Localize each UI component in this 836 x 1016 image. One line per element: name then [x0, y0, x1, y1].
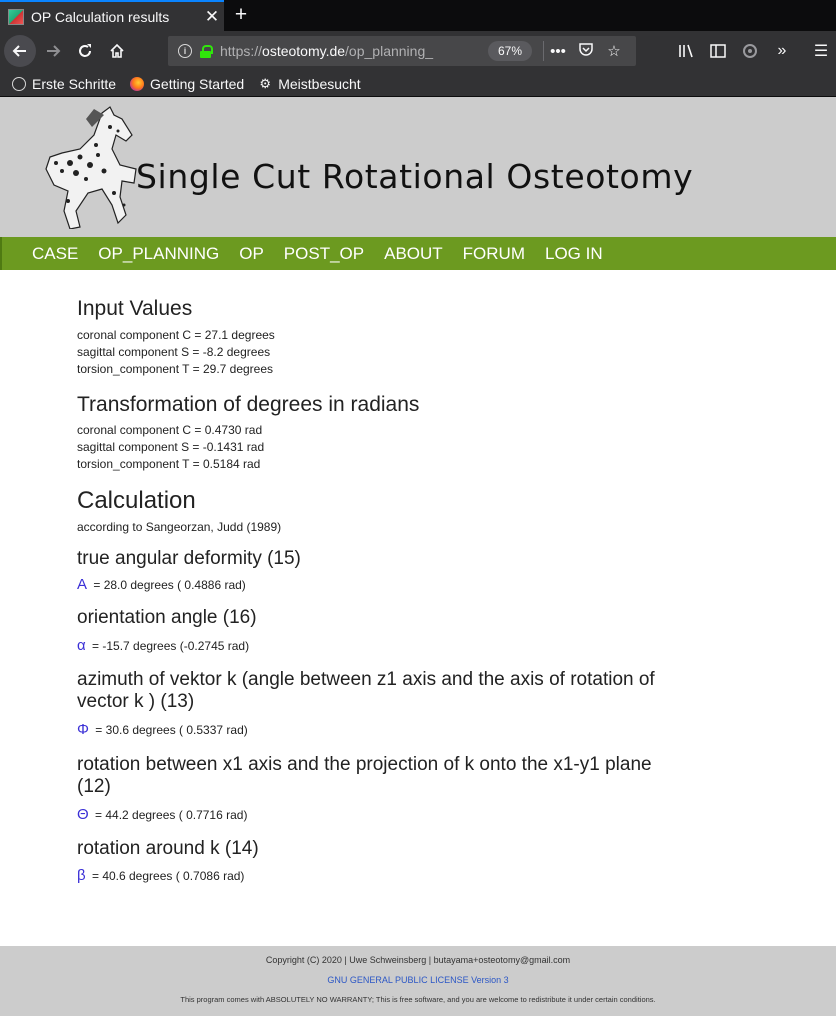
url-text[interactable]: https://osteotomy.de/op_planning_: [220, 43, 460, 59]
symbol-theta: Θ: [77, 806, 89, 823]
bookmark-erste-schritte[interactable]: Erste Schritte: [12, 76, 116, 92]
result-heading-rotation: rotation around k (14): [77, 838, 259, 859]
result-rotation: β = 40.6 degrees ( 0.7086 rad): [77, 867, 245, 884]
nav-item-about[interactable]: ABOUT: [384, 244, 443, 264]
extension-icon[interactable]: [735, 36, 765, 66]
bookmark-getting-started[interactable]: Getting Started: [130, 76, 244, 92]
firefox-icon: [130, 76, 145, 91]
nav-item-post-op[interactable]: POST_OP: [284, 244, 364, 264]
calculation-heading: Calculation: [77, 487, 196, 514]
result-heading-deformity: true angular deformity (15): [77, 548, 301, 569]
input-values-heading: Input Values: [77, 297, 193, 320]
symbol-beta: β: [77, 867, 86, 884]
zoom-level[interactable]: 67%: [488, 41, 532, 61]
bookmark-star-icon[interactable]: ☆: [600, 42, 628, 60]
rad-coronal: coronal component C = 0.4730 rad: [77, 423, 263, 437]
home-icon[interactable]: [101, 35, 133, 67]
result-heading-orientation: orientation angle (16): [77, 607, 257, 628]
result-azimuth: Φ = 30.6 degrees ( 0.5337 rad): [77, 721, 248, 738]
input-torsion: torsion_component T = 29.7 degrees: [77, 362, 274, 376]
lock-icon[interactable]: [200, 44, 213, 58]
bookmark-meistbesucht[interactable]: ⚙ Meistbesucht: [258, 76, 360, 92]
rad-torsion: torsion_component T = 0.5184 rad: [77, 457, 261, 471]
result-heading-azimuth: azimuth of vektor k (angle between z1 ax…: [77, 669, 655, 712]
result-heading-projection: rotation between x1 axis and the project…: [77, 754, 652, 797]
sidebar-icon[interactable]: [703, 36, 733, 66]
input-sagittal: sagittal component S = -8.2 degrees: [77, 345, 271, 359]
result-projection: Θ = 44.2 degrees ( 0.7716 rad): [77, 806, 248, 823]
symbol-alpha: α: [77, 637, 86, 654]
browser-tab[interactable]: OP Calculation results ✕: [0, 0, 224, 31]
nav-item-op-planning[interactable]: OP_PLANNING: [98, 244, 219, 264]
license-link[interactable]: GNU GENERAL PUBLIC LICENSE Version 3: [0, 975, 836, 985]
close-tab-icon[interactable]: ✕: [200, 7, 224, 27]
nav-item-forum[interactable]: FORUM: [463, 244, 525, 264]
gear-icon: ⚙: [259, 75, 272, 91]
hamburger-menu-icon[interactable]: ☰: [806, 36, 836, 66]
site-header: Single Cut Rotational Osteotomy: [0, 97, 836, 237]
tab-title: OP Calculation results: [31, 8, 170, 25]
footer-warranty: This program comes with ABSOLUTELY NO WA…: [180, 995, 656, 1004]
input-coronal: coronal component C = 27.1 degrees: [77, 328, 275, 342]
site-footer: Copyright (C) 2020 | Uwe Schweinsberg | …: [0, 946, 836, 1016]
nav-item-case[interactable]: CASE: [32, 244, 78, 264]
result-orientation: α = -15.7 degrees (-0.2745 rad): [77, 637, 250, 654]
results-content: Input Values coronal component C = 27.1 …: [77, 270, 657, 885]
address-bar[interactable]: i https://osteotomy.de/op_planning_ 67% …: [168, 36, 636, 66]
bookmarks-toolbar: Erste Schritte Getting Started ⚙ Meistbe…: [0, 71, 836, 97]
rad-sagittal: sagittal component S = -0.1431 rad: [77, 440, 265, 454]
forward-arrow-icon[interactable]: [37, 35, 69, 67]
pocket-icon[interactable]: [572, 42, 600, 60]
site-favicon-icon: [8, 8, 24, 25]
site-title: Single Cut Rotational Osteotomy: [136, 157, 694, 196]
footer-copyright: Copyright (C) 2020 | Uwe Schweinsberg | …: [265, 955, 571, 965]
info-icon[interactable]: i: [178, 44, 192, 58]
page-actions-icon[interactable]: •••: [544, 43, 572, 60]
result-deformity: A = 28.0 degrees ( 0.4886 rad): [77, 576, 246, 593]
tab-bar: OP Calculation results ✕ +: [0, 0, 836, 31]
transformation-heading: Transformation of degrees in radians: [77, 393, 420, 416]
new-tab-icon[interactable]: +: [230, 3, 252, 27]
nav-item-log-in[interactable]: LOG IN: [545, 244, 603, 264]
calculation-reference: according to Sangeorzan, Judd (1989): [77, 520, 282, 534]
library-icon[interactable]: [672, 36, 702, 66]
back-arrow-icon[interactable]: [4, 35, 36, 67]
nav-item-op[interactable]: OP: [239, 244, 264, 264]
reload-icon[interactable]: [69, 35, 101, 67]
horse-logo-icon: [45, 106, 137, 229]
symbol-a: A: [77, 576, 88, 593]
main-nav: CASE OP_PLANNING OP POST_OP ABOUT FORUM …: [0, 237, 836, 270]
overflow-chevron-icon[interactable]: »: [767, 36, 797, 66]
symbol-phi: Φ: [77, 721, 89, 738]
globe-icon: [12, 76, 26, 91]
